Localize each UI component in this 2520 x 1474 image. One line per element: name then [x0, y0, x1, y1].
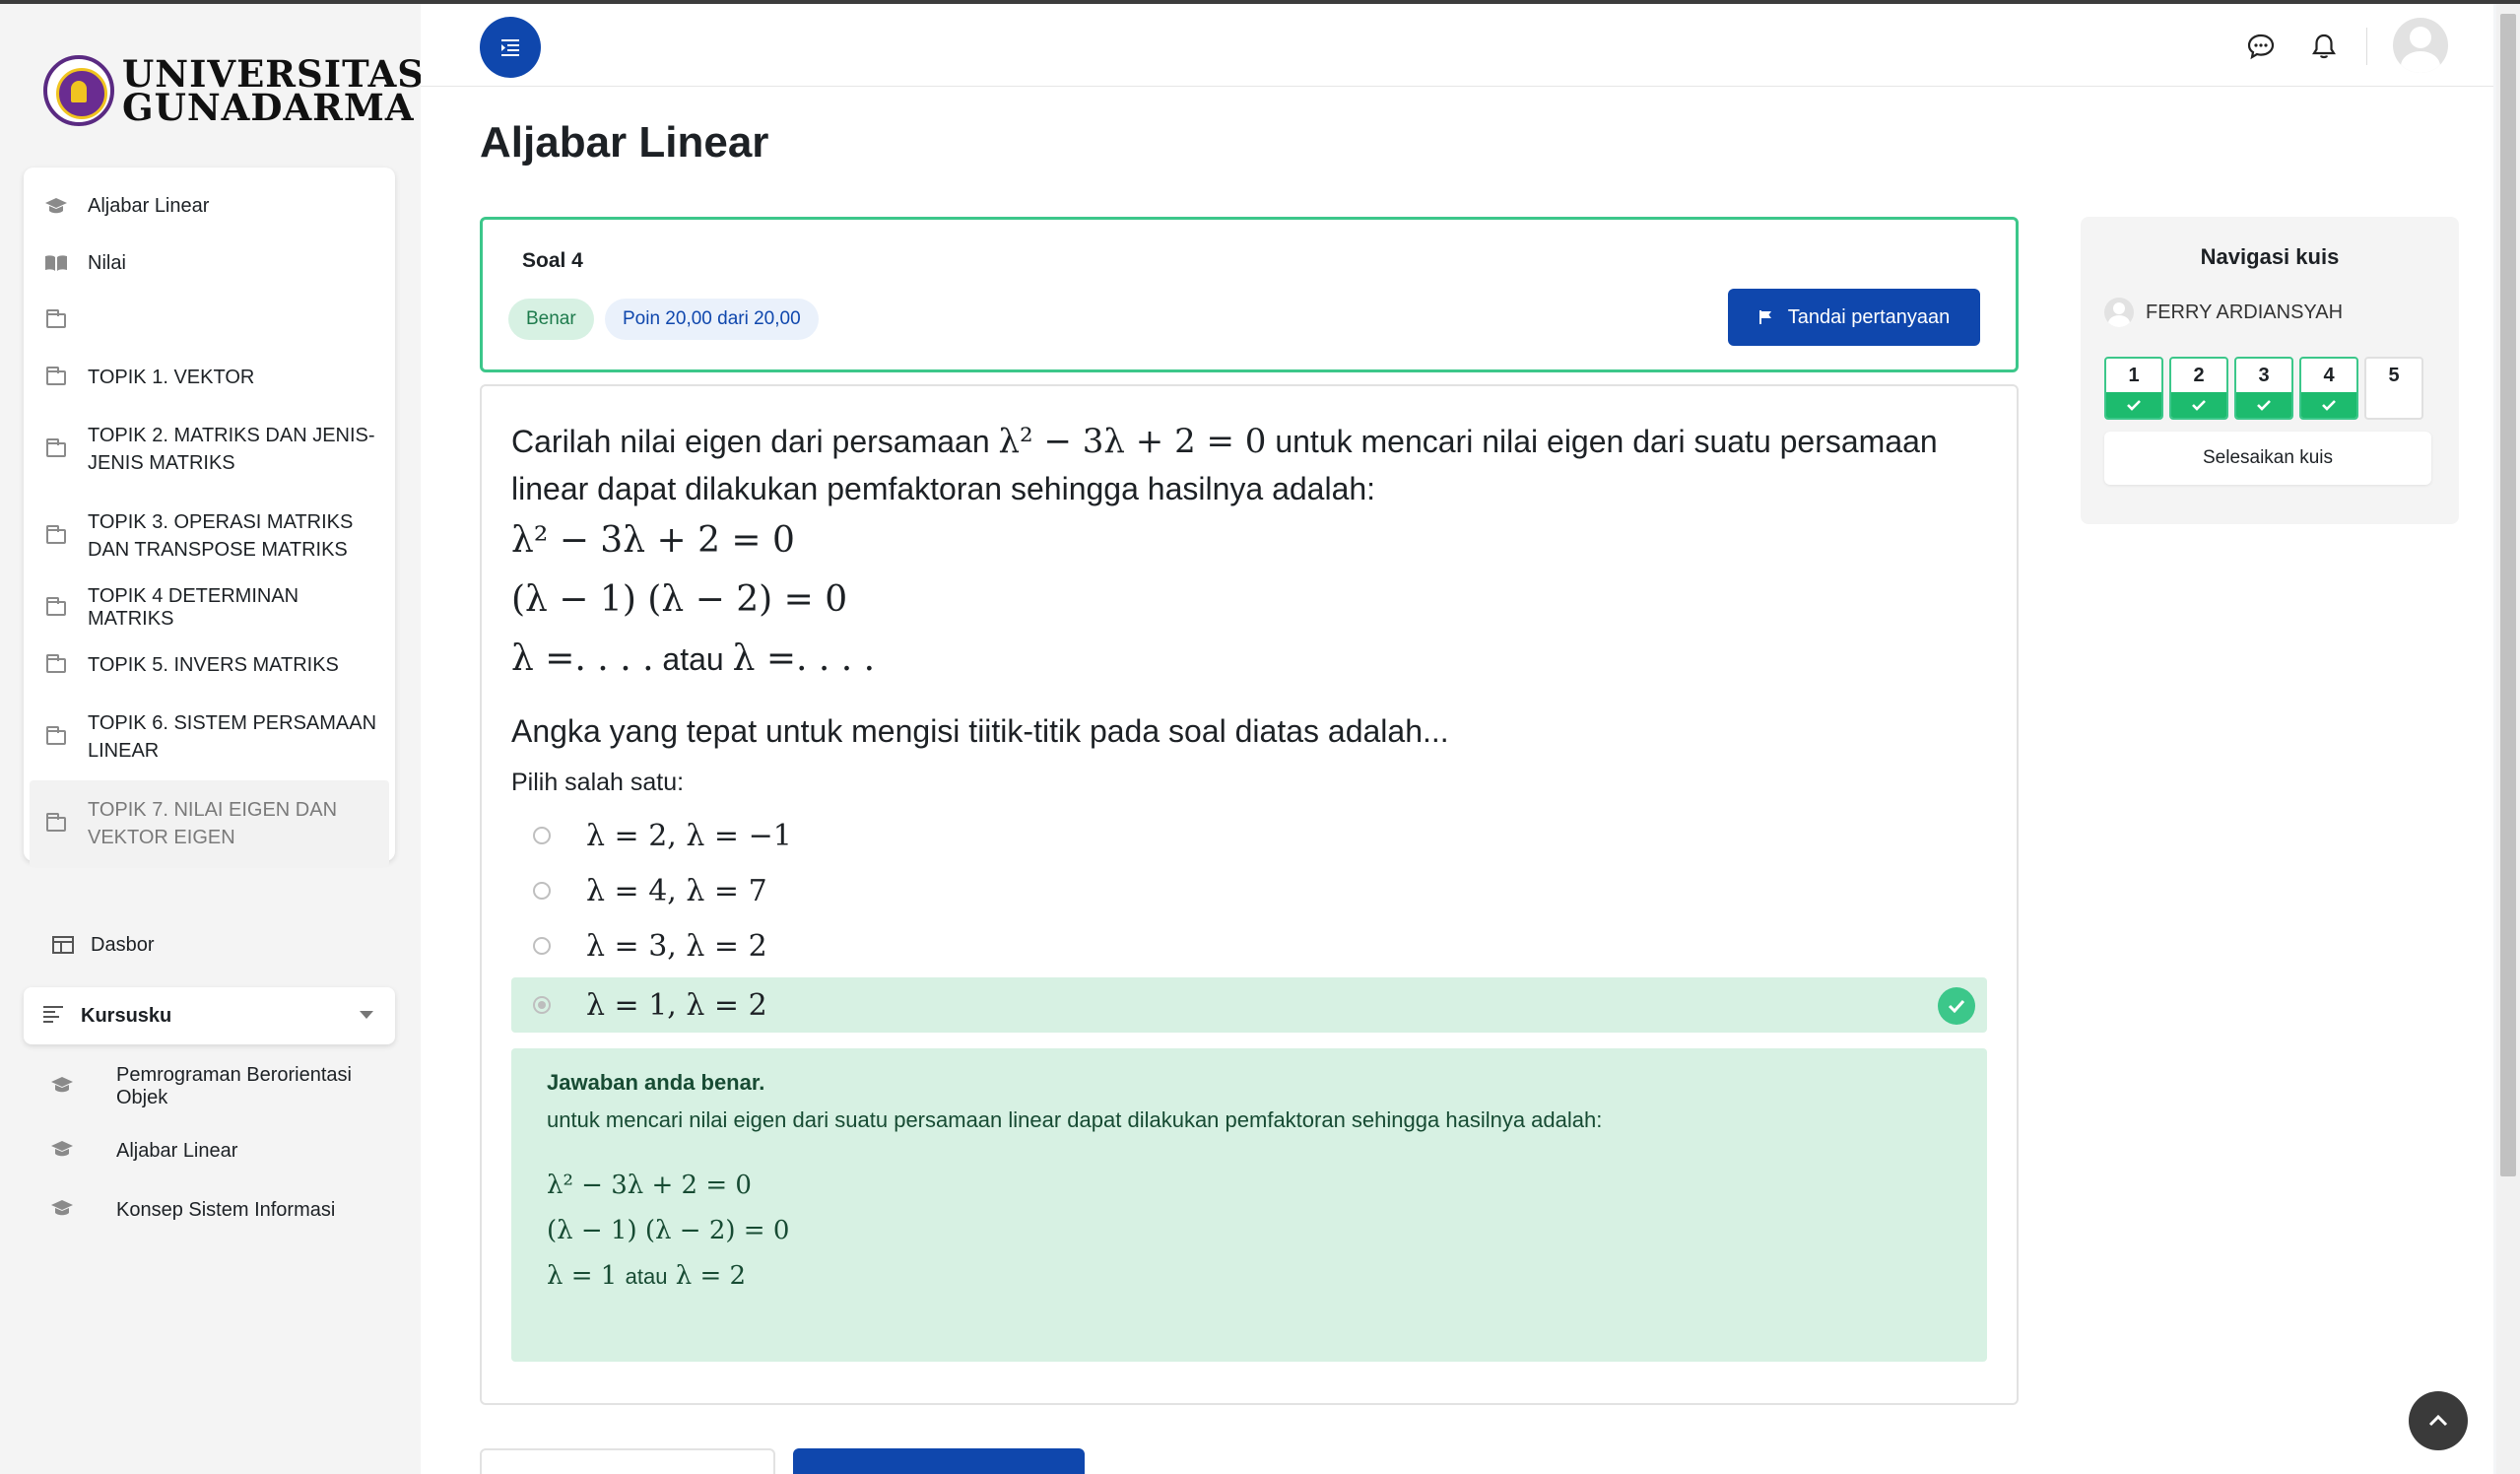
folder-icon — [44, 596, 68, 620]
sidebar-item-dasbor[interactable]: Dasbor — [24, 920, 154, 970]
next-page-button[interactable] — [793, 1448, 1085, 1474]
question-number: Soal 4 — [522, 249, 583, 272]
main-content: Aljabar Linear Soal 4 Benar Poin 20,00 d… — [421, 4, 2493, 1474]
feedback-equation-3: λ = 1 atau λ = 2 — [547, 1261, 747, 1291]
feedback-heading: Jawaban anda benar. — [547, 1070, 765, 1095]
dashboard-icon — [51, 933, 75, 957]
menu-indent-icon — [501, 39, 519, 56]
graduation-cap-icon — [47, 1075, 77, 1099]
feedback-equation-2: (λ − 1) (λ − 2) = 0 — [547, 1216, 790, 1245]
folder-icon — [44, 366, 68, 389]
folder-icon — [44, 524, 68, 548]
nav-item-general-section[interactable] — [24, 292, 395, 349]
previous-page-button[interactable] — [480, 1448, 775, 1474]
user-avatar-small — [2104, 298, 2134, 327]
back-to-top-button[interactable] — [2409, 1391, 2468, 1450]
radio-button[interactable] — [533, 937, 551, 955]
flag-icon — [1758, 310, 1771, 324]
toggle-drawer-button[interactable] — [480, 17, 541, 78]
nav-item-topik-2[interactable]: TOPIK 2. MATRIKS DAN JENIS-JENIS MATRIKS — [24, 406, 395, 493]
nav-item-topik-4[interactable]: TOPIK 4 DETERMINAN MATRIKS — [24, 579, 395, 636]
kursusku-dropdown[interactable]: Kursusku — [24, 987, 395, 1044]
feedback-text: untuk mencari nilai eigen dari suatu per… — [547, 1107, 1603, 1132]
bell-icon[interactable] — [2309, 32, 2339, 61]
question-info-panel: Soal 4 Benar Poin 20,00 dari 20,00 Tanda… — [480, 217, 2019, 372]
chevron-down-icon — [360, 1011, 373, 1019]
folder-icon — [44, 653, 68, 677]
radio-button[interactable] — [533, 882, 551, 900]
sidebar: UNIVERSITAS GUNADARMA Aljabar Linear Nil… — [0, 4, 424, 1474]
radio-button-selected[interactable] — [533, 996, 551, 1014]
quiz-navigation-panel: Navigasi kuis FERRY ARDIANSYAH 1 2 3 4 5… — [2081, 217, 2459, 524]
course-navigation: Aljabar Linear Nilai TOPIK 1. VEKTOR TOP… — [24, 168, 395, 867]
nav-item-topik-1[interactable]: TOPIK 1. VEKTOR — [24, 349, 395, 406]
graduation-cap-icon — [47, 1139, 77, 1163]
top-navbar — [421, 4, 2493, 87]
points-badge: Poin 20,00 dari 20,00 — [605, 299, 819, 340]
graduation-cap-icon — [47, 1198, 77, 1222]
quiz-nav-question-1[interactable]: 1 — [2104, 357, 2163, 420]
course-item-ksi[interactable]: Konsep Sistem Informasi — [47, 1198, 335, 1222]
page-title: Aljabar Linear — [480, 118, 769, 167]
folder-icon — [44, 437, 68, 461]
nav-item-topik-3[interactable]: TOPIK 3. OPERASI MATRIKS DAN TRANSPOSE M… — [24, 493, 395, 579]
quiz-user: FERRY ARDIANSYAH — [2104, 298, 2343, 327]
check-icon — [2171, 392, 2226, 418]
graduation-cap-icon — [44, 194, 68, 218]
page-scrollbar[interactable] — [2496, 4, 2520, 1474]
user-avatar[interactable] — [2393, 18, 2448, 73]
radio-button[interactable] — [533, 827, 551, 844]
equation-line-2: (λ − 1) (λ − 2) = 0 — [511, 579, 848, 620]
check-icon — [2106, 392, 2161, 418]
quiz-nav-question-3[interactable]: 3 — [2234, 357, 2293, 420]
equation-line-1: λ² − 3λ + 2 = 0 — [511, 520, 795, 561]
question-text: Carilah nilai eigen dari persamaan λ² − … — [511, 422, 1938, 506]
scrollbar-thumb[interactable] — [2500, 14, 2516, 1176]
university-seal-icon — [43, 55, 114, 126]
finish-quiz-button[interactable]: Selesaikan kuis — [2104, 432, 2431, 485]
answer-option-a[interactable]: λ = 2, λ = −1 — [511, 808, 1987, 863]
navbar-divider — [2366, 28, 2367, 65]
university-logo[interactable]: UNIVERSITAS GUNADARMA — [43, 55, 425, 126]
answer-option-c[interactable]: λ = 3, λ = 2 — [511, 918, 1987, 973]
status-badge: Benar — [508, 299, 594, 340]
feedback-equation-1: λ² − 3λ + 2 = 0 — [547, 1171, 752, 1200]
folder-icon — [44, 308, 68, 332]
flag-question-button[interactable]: Tandai pertanyaan — [1728, 289, 1980, 346]
question-content: Carilah nilai eigen dari persamaan λ² − … — [480, 384, 2019, 1405]
nav-item-topik-7[interactable]: TOPIK 7. NILAI EIGEN DAN VEKTOR EIGEN — [30, 780, 389, 867]
equation-line-3: λ =. . . . atau λ =. . . . — [511, 638, 876, 679]
quiz-navigation-title: Navigasi kuis — [2200, 244, 2340, 269]
course-item-aljabar[interactable]: Aljabar Linear — [47, 1139, 237, 1163]
course-item-pbo[interactable]: Pemrograman Berorientasi Objek — [47, 1064, 402, 1109]
messages-icon[interactable] — [2246, 32, 2276, 61]
university-name: UNIVERSITAS GUNADARMA — [122, 52, 426, 129]
choose-one-label: Pilih salah satu: — [511, 769, 685, 796]
question-prompt: Angka yang tepat untuk mengisi tiitik-ti… — [511, 713, 1449, 749]
check-icon — [2301, 392, 2356, 418]
answer-option-b[interactable]: λ = 4, λ = 7 — [511, 863, 1987, 918]
quiz-nav-question-4[interactable]: 4 — [2299, 357, 2358, 420]
book-icon — [44, 251, 68, 275]
folder-icon — [44, 725, 68, 749]
quiz-nav-question-2[interactable]: 2 — [2169, 357, 2228, 420]
nav-item-topik-5[interactable]: TOPIK 5. INVERS MATRIKS — [24, 636, 395, 694]
answer-option-d[interactable]: λ = 1, λ = 2 — [511, 977, 1987, 1033]
check-icon — [2236, 392, 2291, 418]
feedback-panel: Jawaban anda benar. untuk mencari nilai … — [511, 1048, 1987, 1362]
quiz-nav-question-5[interactable]: 5 — [2364, 357, 2423, 420]
nav-item-grades[interactable]: Nilai — [24, 234, 395, 292]
nav-item-course-home[interactable]: Aljabar Linear — [24, 177, 395, 234]
list-icon — [41, 1003, 65, 1029]
chevron-up-icon — [2428, 1414, 2448, 1427]
nav-item-topik-6[interactable]: TOPIK 6. SISTEM PERSAMAAN LINEAR — [24, 694, 395, 780]
folder-icon — [44, 812, 68, 836]
correct-check-icon — [1938, 987, 1975, 1025]
